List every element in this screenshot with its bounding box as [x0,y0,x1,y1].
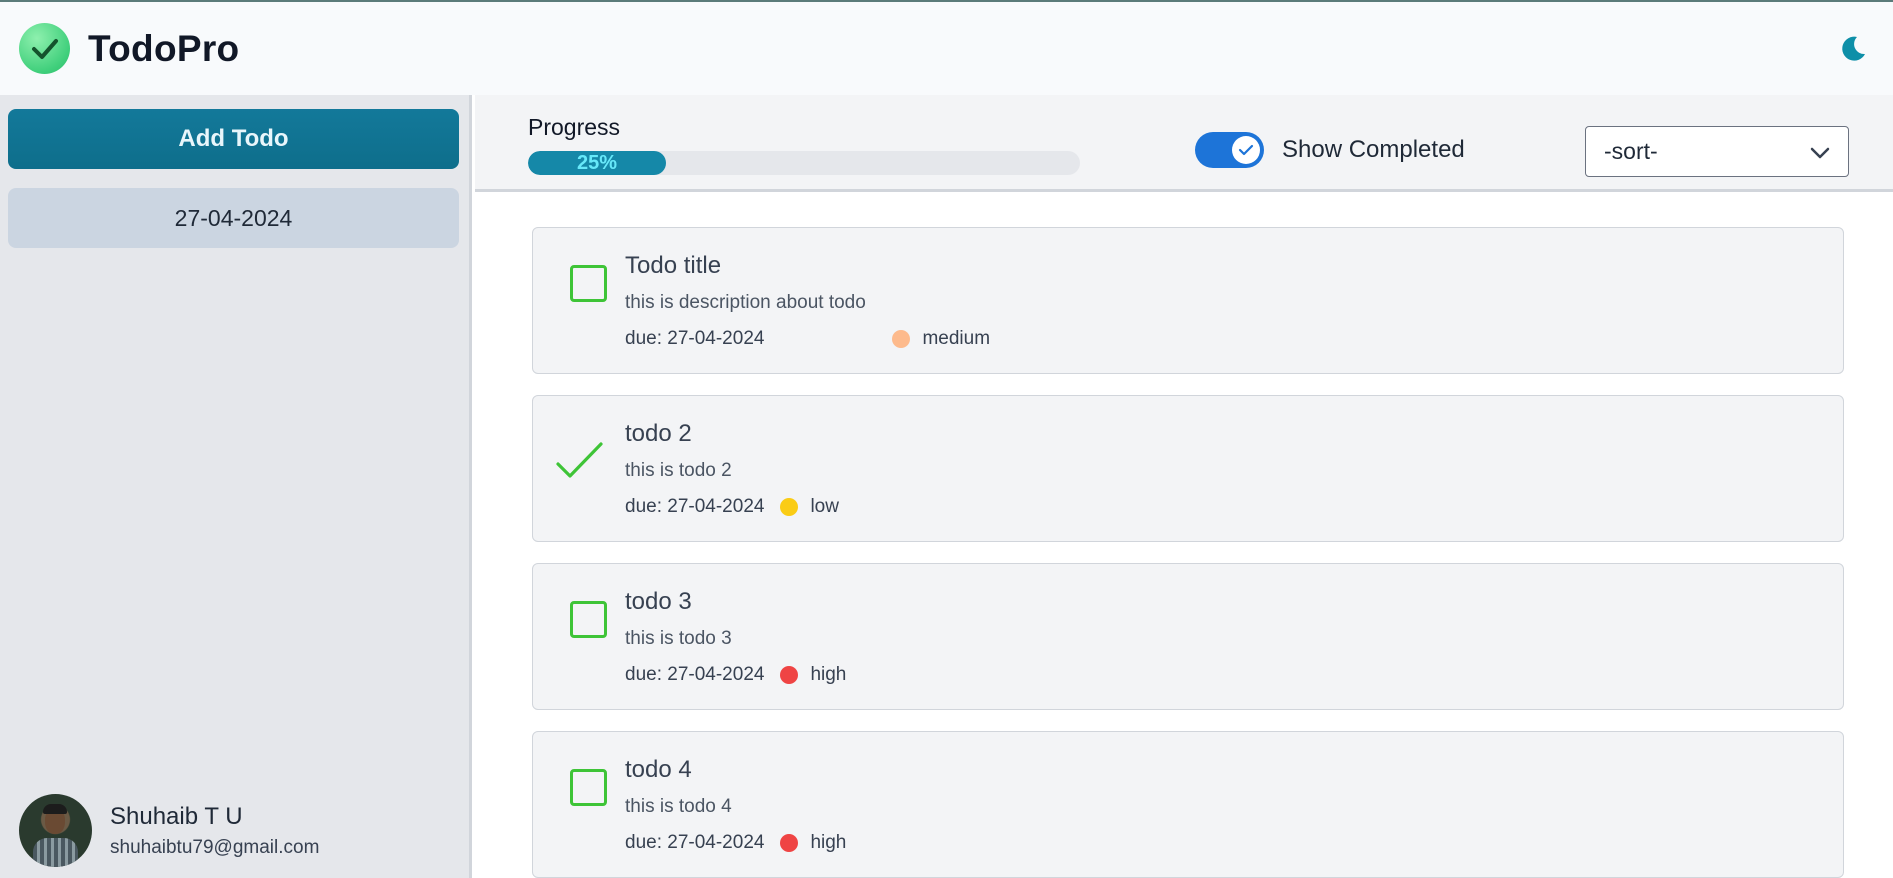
priority-label: high [810,664,847,685]
todo-checkbox[interactable] [570,265,607,302]
sidebar-date-item[interactable]: 27-04-2024 [8,188,459,248]
todo-meta: due: 27-04-2024 high [625,664,846,686]
brand: TodoPro [19,23,239,74]
priority-dot [780,834,799,852]
todo-due-date: due: 27-04-2024 [625,496,765,517]
check-circle-icon [19,23,70,74]
todo-checkbox[interactable] [570,769,607,806]
moon-icon[interactable] [1836,32,1870,66]
user-email: shuhaibtu79@gmail.com [110,836,320,858]
user-profile: Shuhaib T U shuhaibtu79@gmail.com [19,794,319,867]
app-name: TodoPro [88,27,240,69]
todo-card[interactable]: todo 4 this is todo 4 due: 27-04-2024 hi… [532,731,1844,878]
check-icon [1232,136,1260,164]
priority-dot [780,666,799,684]
priority-badge: medium [892,328,990,350]
priority-badge: high [780,832,846,854]
todo-title: todo 2 [625,420,692,447]
todo-title: Todo title [625,252,722,279]
todo-card[interactable]: Todo title this is description about tod… [532,227,1844,374]
todo-description: this is todo 4 [625,796,732,817]
show-completed-label: Show Completed [1282,136,1465,163]
todo-list: Todo title this is description about tod… [532,227,1844,878]
priority-dot [892,330,911,348]
todo-card[interactable]: todo 2 this is todo 2 due: 27-04-2024 lo… [532,395,1844,542]
progress-bar: 25% [528,151,1080,175]
todo-due-date: due: 27-04-2024 [625,328,765,349]
priority-badge: low [780,496,839,518]
todo-meta: due: 27-04-2024 high [625,832,846,854]
toggle-switch[interactable] [1195,132,1264,168]
todo-description: this is description about todo [625,292,866,313]
todo-description: this is todo 3 [625,628,732,649]
add-todo-button[interactable]: Add Todo [8,109,459,169]
todo-title: todo 3 [625,588,692,615]
checkmark-icon[interactable] [555,440,605,480]
priority-dot [780,498,799,516]
progress-label: Progress [528,114,621,140]
app-header: TodoPro [0,0,1893,95]
todo-meta: due: 27-04-2024 medium [625,328,990,350]
todo-title: todo 4 [625,756,692,783]
sort-value: -sort- [1604,138,1658,164]
sidebar: Add Todo 27-04-2024 Shuhaib T U shuhaibt… [0,95,472,878]
priority-badge: high [780,664,846,686]
sort-select[interactable]: -sort- [1585,126,1849,177]
priority-label: medium [922,328,991,349]
avatar [19,794,92,867]
user-name: Shuhaib T U [110,802,243,830]
toolbar: Progress 25% Show Completed -sort- [475,95,1893,192]
progress-fill: 25% [528,151,666,175]
todo-description: this is todo 2 [625,460,732,481]
todo-checkbox[interactable] [570,601,607,638]
todo-meta: due: 27-04-2024 low [625,496,839,518]
chevron-down-icon [1810,138,1830,165]
todo-due-date: due: 27-04-2024 [625,664,765,685]
todo-card[interactable]: todo 3 this is todo 3 due: 27-04-2024 hi… [532,563,1844,710]
show-completed-toggle[interactable]: Show Completed [1195,132,1465,168]
priority-label: high [810,832,847,853]
priority-label: low [810,496,839,517]
todo-due-date: due: 27-04-2024 [625,832,765,853]
